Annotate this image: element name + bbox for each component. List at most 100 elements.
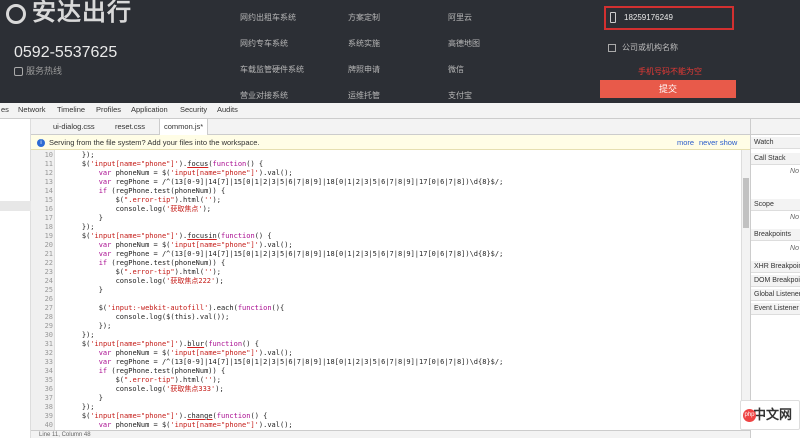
code-line[interactable]: 12 var phoneNum = $('input[name="phone"]…: [31, 169, 741, 178]
code-line[interactable]: 30 });: [31, 331, 741, 340]
line-number[interactable]: 21: [31, 250, 53, 259]
global-listeners-section[interactable]: Global Listeners: [751, 289, 800, 301]
line-number[interactable]: 36: [31, 385, 53, 394]
code-line[interactable]: 10 });: [31, 151, 741, 160]
line-number[interactable]: 13: [31, 178, 53, 187]
site-logo[interactable]: 安达出行: [6, 0, 132, 27]
footer-link[interactable]: 车载监管硬件系统: [240, 64, 304, 75]
code-line[interactable]: 29 });: [31, 322, 741, 331]
line-number[interactable]: 31: [31, 340, 53, 349]
editor-scrollbar[interactable]: [741, 150, 750, 430]
footer-link[interactable]: 阿里云: [448, 12, 472, 23]
line-number[interactable]: 20: [31, 241, 53, 250]
line-number[interactable]: 14: [31, 187, 53, 196]
tab-application[interactable]: Application: [131, 105, 168, 114]
breakpoints-section[interactable]: Breakpoints: [751, 229, 800, 241]
line-number[interactable]: 37: [31, 394, 53, 403]
code-line[interactable]: 25 }: [31, 286, 741, 295]
line-number[interactable]: 39: [31, 412, 53, 421]
line-number[interactable]: 10: [31, 151, 53, 160]
code-line[interactable]: 39 $('input[name="phone"]').change(funct…: [31, 412, 741, 421]
line-number[interactable]: 17: [31, 214, 53, 223]
footer-link[interactable]: 支付宝: [448, 90, 472, 101]
line-number[interactable]: 18: [31, 223, 53, 232]
tab-audits[interactable]: Audits: [217, 105, 238, 114]
code-line[interactable]: 17 }: [31, 214, 741, 223]
code-line[interactable]: 34 if (regPhone.test(phoneNum)) {: [31, 367, 741, 376]
code-line[interactable]: 27 $('input:-webkit-autofill').each(func…: [31, 304, 741, 313]
line-number[interactable]: 32: [31, 349, 53, 358]
line-number[interactable]: 29: [31, 322, 53, 331]
code-line[interactable]: 33 var regPhone = /^(13[0-9]|14[7]|15[0|…: [31, 358, 741, 367]
line-number[interactable]: 11: [31, 160, 53, 169]
code-line[interactable]: 18 });: [31, 223, 741, 232]
scroll-thumb[interactable]: [743, 178, 749, 228]
code-line[interactable]: 28 console.log($(this).val());: [31, 313, 741, 322]
tab-security[interactable]: Security: [180, 105, 207, 114]
phone-input[interactable]: 18259176249: [604, 6, 734, 30]
code-line[interactable]: 19 $('input[name="phone"]').focusin(func…: [31, 232, 741, 241]
more-link[interactable]: more: [677, 135, 694, 150]
code-line[interactable]: 26: [31, 295, 741, 304]
code-line[interactable]: 37 }: [31, 394, 741, 403]
callstack-section[interactable]: Call Stack: [751, 153, 800, 165]
footer-link[interactable]: 运维托管: [348, 90, 380, 101]
scope-section[interactable]: Scope: [751, 199, 800, 211]
event-listener-section[interactable]: Event Listener: [751, 303, 800, 315]
code-line[interactable]: 22 if (regPhone.test(phoneNum)) {: [31, 259, 741, 268]
line-number[interactable]: 40: [31, 421, 53, 430]
code-line[interactable]: 40 var phoneNum = $('input[name="phone"]…: [31, 421, 741, 430]
code-line[interactable]: 32 var phoneNum = $('input[name="phone"]…: [31, 349, 741, 358]
org-input[interactable]: 公司或机构名称: [608, 42, 738, 53]
code-line[interactable]: 20 var phoneNum = $('input[name="phone"]…: [31, 241, 741, 250]
code-line[interactable]: 11 $('input[name="phone"]').focus(functi…: [31, 160, 741, 169]
line-number[interactable]: 33: [31, 358, 53, 367]
file-tab[interactable]: reset.css: [111, 119, 149, 135]
footer-link[interactable]: 牌照申请: [348, 64, 380, 75]
code-editor[interactable]: 10 }); 11 $('input[name="phone"]').focus(…: [31, 150, 741, 430]
code-line[interactable]: 23 $(".error-tip").html('');: [31, 268, 741, 277]
line-number[interactable]: 34: [31, 367, 53, 376]
file-tab-active[interactable]: common.js*: [159, 119, 209, 135]
submit-button[interactable]: 提交: [600, 80, 736, 98]
code-line[interactable]: 14 if (regPhone.test(phoneNum)) {: [31, 187, 741, 196]
code-line[interactable]: 31 $('input[name="phone"]').blur(functio…: [31, 340, 741, 349]
line-number[interactable]: 19: [31, 232, 53, 241]
code-line[interactable]: 21 var regPhone = /^(13[0-9]|14[7]|15[0|…: [31, 250, 741, 259]
watch-section[interactable]: Watch: [751, 137, 800, 149]
code-line[interactable]: 35 $(".error-tip").html('');: [31, 376, 741, 385]
line-number[interactable]: 16: [31, 205, 53, 214]
footer-link[interactable]: 微信: [448, 64, 464, 75]
line-number[interactable]: 25: [31, 286, 53, 295]
code-line[interactable]: 24 console.log('获取焦点222');: [31, 277, 741, 286]
code-line[interactable]: 13 var regPhone = /^(13[0-9]|14[7]|15[0|…: [31, 178, 741, 187]
line-number[interactable]: 12: [31, 169, 53, 178]
tab-profiles[interactable]: Profiles: [96, 105, 121, 114]
code-line[interactable]: 15 $(".error-tip").html('');: [31, 196, 741, 205]
line-number[interactable]: 15: [31, 196, 53, 205]
footer-link[interactable]: 高德地图: [448, 38, 480, 49]
footer-link[interactable]: 系统实施: [348, 38, 380, 49]
line-number[interactable]: 22: [31, 259, 53, 268]
footer-link[interactable]: 方案定制: [348, 12, 380, 23]
line-number[interactable]: 30: [31, 331, 53, 340]
line-number[interactable]: 24: [31, 277, 53, 286]
tab-timeline[interactable]: Timeline: [57, 105, 85, 114]
footer-link[interactable]: 网约专车系统: [240, 38, 288, 49]
line-number[interactable]: 28: [31, 313, 53, 322]
never-show-link[interactable]: never show: [699, 135, 737, 150]
file-tab[interactable]: ui-dialog.css: [49, 119, 99, 135]
footer-link[interactable]: 网约出租车系统: [240, 12, 296, 23]
code-line[interactable]: 36 console.log('获取焦点333');: [31, 385, 741, 394]
tab-network[interactable]: Network: [18, 105, 46, 114]
line-number[interactable]: 35: [31, 376, 53, 385]
line-number[interactable]: 27: [31, 304, 53, 313]
tab-sources[interactable]: es: [1, 105, 9, 114]
dom-breakpoints-section[interactable]: DOM Breakpoints: [751, 275, 800, 287]
footer-link[interactable]: 营业对接系统: [240, 90, 288, 101]
line-number[interactable]: 23: [31, 268, 53, 277]
navigator-selected-item[interactable]: [0, 201, 31, 211]
code-line[interactable]: 16 console.log('获取焦点');: [31, 205, 741, 214]
xhr-breakpoints-section[interactable]: XHR Breakpoints: [751, 261, 800, 273]
line-number[interactable]: 26: [31, 295, 53, 304]
